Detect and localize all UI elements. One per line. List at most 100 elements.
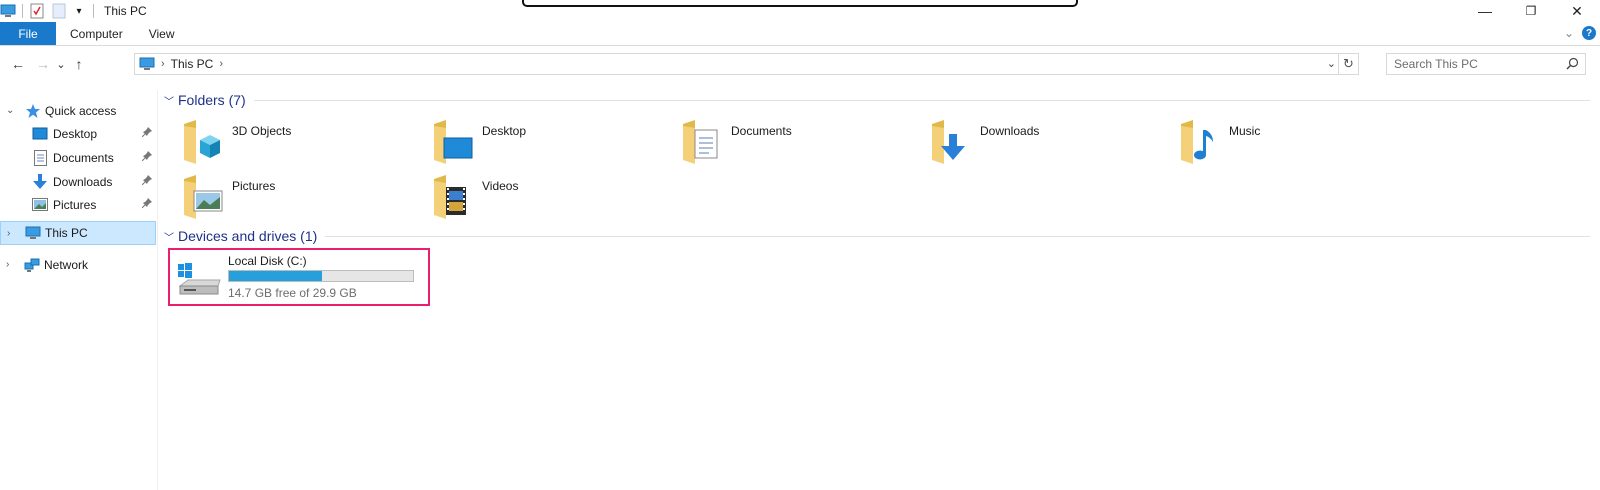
new-folder-icon[interactable]: [51, 3, 67, 19]
star-icon: [25, 103, 41, 119]
folder-documents[interactable]: Documents: [681, 118, 921, 170]
folder-videos[interactable]: Videos: [432, 173, 672, 225]
tab-view[interactable]: View: [137, 22, 189, 45]
help-icon[interactable]: ?: [1582, 26, 1596, 40]
folder-pictures[interactable]: Pictures: [182, 173, 422, 225]
recent-locations-button[interactable]: ⌄: [54, 53, 68, 75]
sidebar-item-label: Documents: [53, 150, 114, 165]
sidebar-item-quick-access[interactable]: ⌄ Quick access: [0, 99, 156, 122]
search-icon[interactable]: [1566, 57, 1579, 73]
sidebar-item-label: Network: [44, 257, 89, 272]
sidebar-item-desktop[interactable]: Desktop: [0, 122, 156, 145]
sidebar-item-network[interactable]: › Network: [0, 253, 156, 276]
expand-ribbon-icon[interactable]: ⌄: [1564, 26, 1574, 40]
search-box[interactable]: [1386, 53, 1586, 75]
drive-usage-bar: [228, 270, 414, 282]
documents-icon: [32, 149, 48, 166]
title-bar-marker: [522, 0, 1078, 7]
quick-access-toolbar: ▾: [0, 0, 100, 22]
chevron-down-icon[interactable]: ﹀: [164, 93, 178, 108]
folder-label: Music: [1229, 124, 1261, 138]
sidebar-item-pictures[interactable]: Pictures: [0, 193, 156, 216]
folder-3d-objects[interactable]: 3D Objects: [182, 118, 422, 170]
refresh-button[interactable]: ↻: [1338, 54, 1358, 74]
folder-label: Documents: [731, 124, 792, 138]
computer-icon: [0, 3, 16, 19]
breadcrumb-this-pc[interactable]: This PC: [171, 57, 214, 71]
expander-icon[interactable]: ›: [6, 259, 16, 270]
drive-usage-fill: [229, 271, 323, 281]
group-divider: [253, 99, 1590, 101]
address-computer-icon: [139, 57, 155, 71]
window-title: This PC: [104, 4, 147, 18]
downloads-icon: [32, 173, 48, 190]
drive-local-disk-c[interactable]: Local Disk (C:) 14.7 GB free of 29.9 GB: [168, 248, 430, 306]
toolbar-separator: [93, 4, 94, 18]
sidebar-item-label: This PC: [45, 226, 88, 240]
pin-icon[interactable]: [141, 198, 152, 211]
content-pane: ﹀ Folders (7) 3D Objects Desktop Documen…: [164, 88, 1594, 488]
music-icon: [1179, 118, 1223, 166]
forward-button[interactable]: →: [32, 53, 54, 75]
customize-toolbar-icon[interactable]: ▾: [71, 3, 87, 19]
drive-free-space: 14.7 GB free of 29.9 GB: [228, 286, 357, 300]
navigation-bar: ← → ⌄ ↑ › This PC › ⌄ ↻: [0, 50, 1600, 78]
back-button[interactable]: ←: [7, 53, 29, 75]
toolbar-separator: [22, 4, 23, 18]
folder-desktop[interactable]: Desktop: [432, 118, 672, 170]
sidebar-item-this-pc[interactable]: › This PC: [0, 221, 156, 245]
computer-icon: [25, 225, 41, 241]
search-input[interactable]: [1394, 57, 1562, 71]
group-divider: [325, 235, 1590, 237]
videos-icon: [432, 173, 476, 221]
desktop-icon: [432, 118, 476, 166]
properties-icon[interactable]: [29, 3, 45, 19]
network-icon: [24, 257, 40, 273]
breadcrumb-separator[interactable]: ›: [219, 58, 223, 70]
pin-icon[interactable]: [141, 127, 152, 140]
up-button[interactable]: ↑: [68, 53, 90, 75]
folder-label: Downloads: [980, 124, 1040, 138]
sidebar-item-label: Quick access: [45, 103, 117, 118]
window-controls: — ❐ ✕: [1462, 0, 1600, 22]
title-bar: ▾ This PC — ❐ ✕: [0, 0, 1600, 22]
expander-icon[interactable]: ⌄: [6, 105, 16, 116]
sidebar-item-label: Pictures: [53, 197, 97, 212]
address-dropdown-icon[interactable]: ⌄: [1327, 57, 1336, 70]
chevron-down-icon[interactable]: ﹀: [164, 229, 178, 244]
tab-computer[interactable]: Computer: [56, 22, 137, 45]
sidebar-item-documents[interactable]: Documents: [0, 146, 156, 169]
group-title: Folders (7): [178, 92, 246, 108]
documents-icon: [681, 118, 725, 166]
drive-icon: [176, 260, 222, 298]
folder-label: Pictures: [232, 179, 276, 193]
pin-icon[interactable]: [141, 175, 152, 188]
desktop-icon: [32, 126, 48, 142]
breadcrumb-separator[interactable]: ›: [161, 58, 165, 70]
pin-icon[interactable]: [141, 151, 152, 164]
pictures-icon: [32, 197, 48, 213]
sidebar-item-downloads[interactable]: Downloads: [0, 170, 156, 193]
ribbon-right-controls: ⌄ ?: [1564, 26, 1596, 40]
folder-music[interactable]: Music: [1179, 118, 1419, 170]
folder-label: 3D Objects: [232, 124, 292, 138]
close-button[interactable]: ✕: [1554, 0, 1600, 22]
sidebar-item-label: Downloads: [53, 174, 113, 189]
folder-downloads[interactable]: Downloads: [930, 118, 1170, 170]
folder-label: Desktop: [482, 124, 527, 138]
restore-button[interactable]: ❐: [1508, 0, 1554, 22]
pictures-icon: [182, 173, 226, 221]
ribbon-tabs: File Computer View ⌄ ?: [0, 22, 1600, 46]
minimize-button[interactable]: —: [1462, 0, 1508, 22]
folder-label: Videos: [482, 179, 519, 193]
navigation-pane: ⌄ Quick access Desktop Documents Downloa…: [0, 90, 158, 490]
drive-name: Local Disk (C:): [228, 254, 307, 268]
address-bar[interactable]: › This PC › ⌄ ↻: [134, 53, 1359, 75]
expander-icon[interactable]: ›: [7, 228, 17, 239]
group-header-devices[interactable]: ﹀ Devices and drives (1): [164, 226, 1590, 246]
sidebar-item-label: Desktop: [53, 126, 98, 141]
tab-file[interactable]: File: [0, 22, 56, 45]
downloads-icon: [930, 118, 974, 166]
3d-objects-icon: [182, 118, 226, 166]
group-header-folders[interactable]: ﹀ Folders (7): [164, 90, 1590, 110]
